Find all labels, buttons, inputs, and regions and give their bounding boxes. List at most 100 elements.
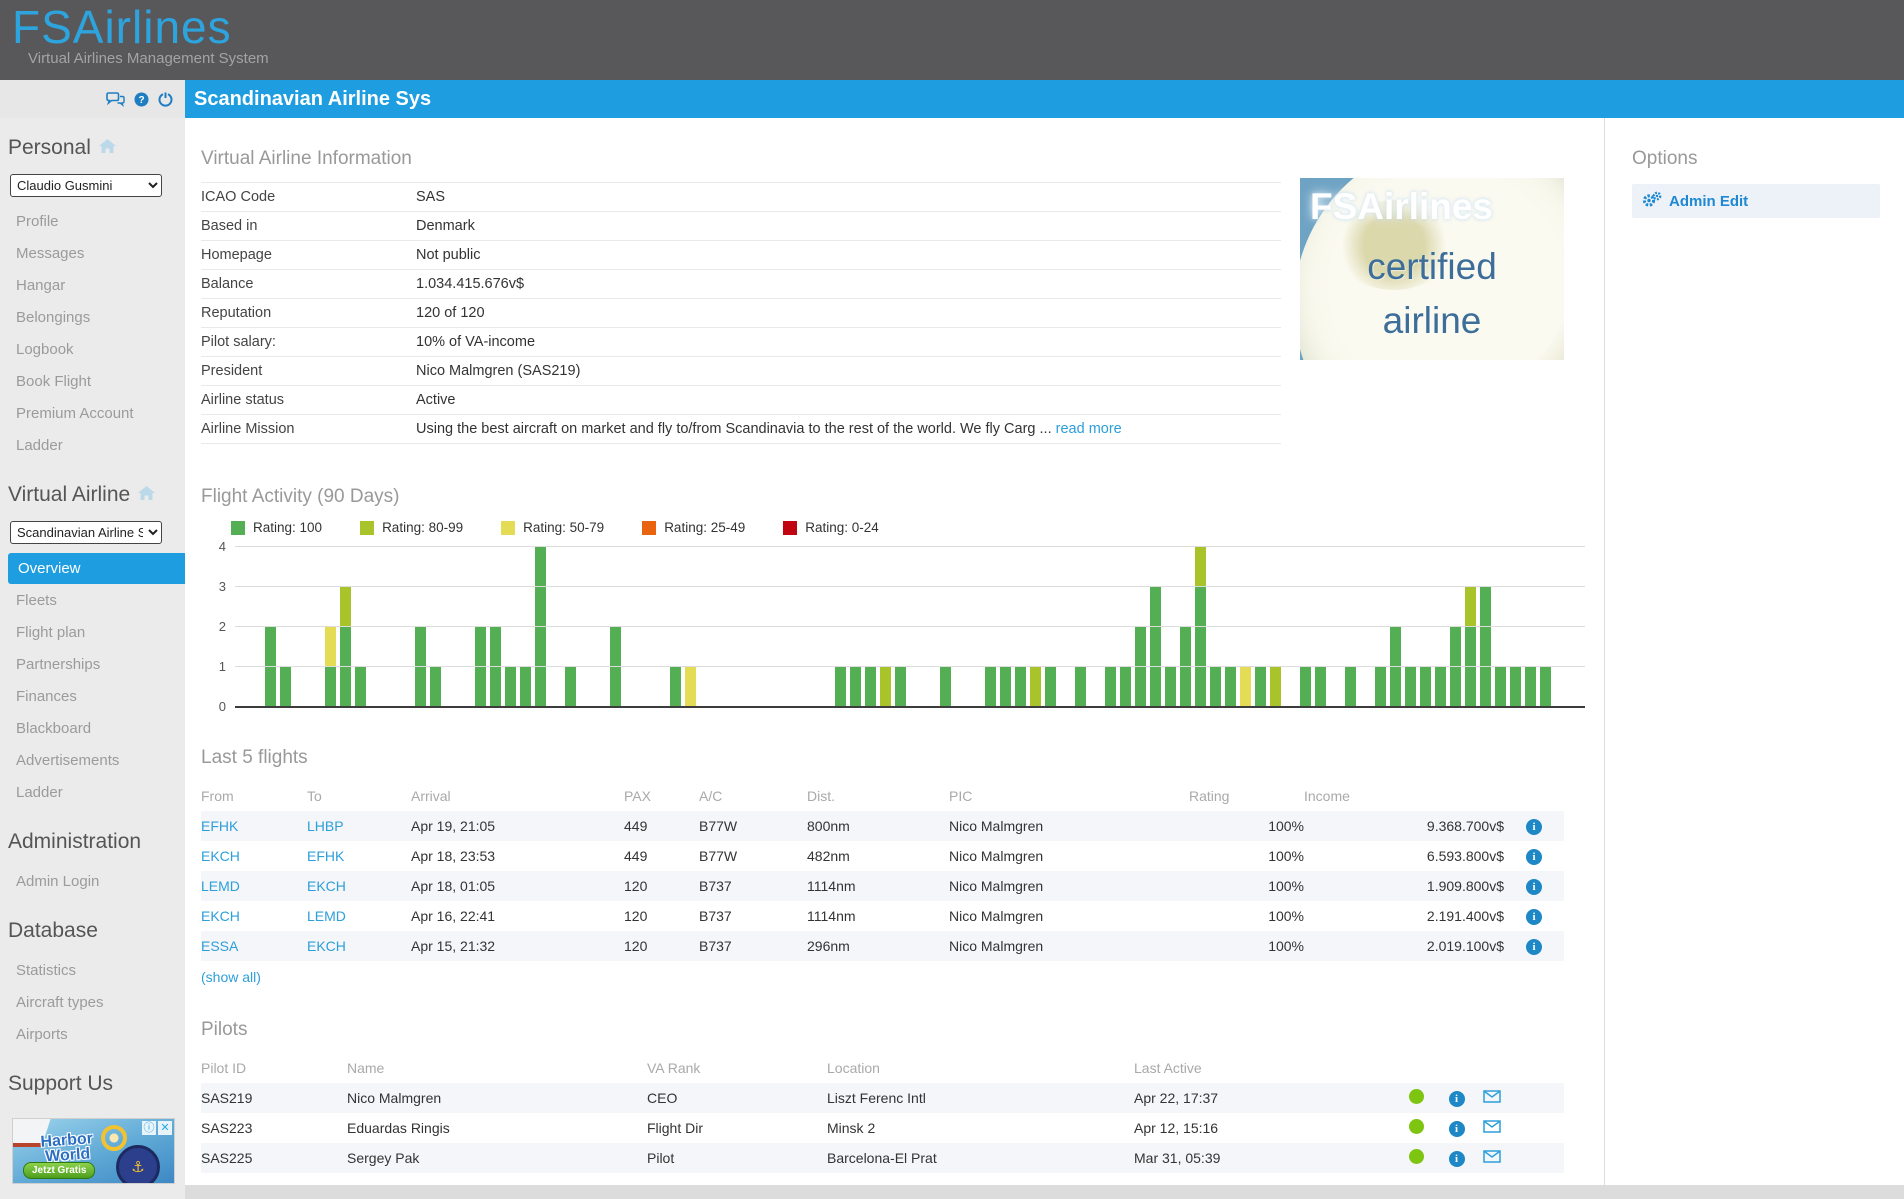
airport-link-to[interactable]: EFHK: [307, 848, 344, 864]
flight-arrival: Apr 15, 21:32: [411, 931, 624, 961]
bar-segment-r5079: [1240, 667, 1251, 707]
sidebar-item-aircraft-types[interactable]: Aircraft types: [8, 987, 185, 1018]
sidebar-item-belongings[interactable]: Belongings: [8, 302, 185, 333]
flights-col-to: To: [307, 781, 411, 811]
sidebar-item-finances[interactable]: Finances: [8, 681, 185, 712]
airport-link-from[interactable]: LEMD: [201, 878, 240, 894]
chart-bar-day-62: [1165, 667, 1180, 707]
support-ad[interactable]: HarborWorld ⚓ Jetzt Gratis ⓘ ✕: [12, 1118, 175, 1184]
info-icon[interactable]: i: [1526, 819, 1542, 835]
airport-link-from[interactable]: EKCH: [201, 848, 240, 864]
legend-label: Rating: 80-99: [382, 520, 463, 535]
sidebar-item-advertisements[interactable]: Advertisements: [8, 745, 185, 776]
bar-segment-r100: [1120, 667, 1131, 707]
pilots-section: Pilots Pilot IDNameVA RankLocationLast A…: [201, 1019, 1604, 1173]
chart-bar-day-61: [1150, 587, 1165, 707]
bar-segment-r100: [1105, 667, 1116, 707]
home-icon[interactable]: [138, 483, 155, 507]
flight-dist: 296nm: [807, 931, 949, 961]
sidebar-item-admin-login[interactable]: Admin Login: [8, 866, 185, 897]
info-icon[interactable]: i: [1526, 849, 1542, 865]
pilot-status-cell: [1394, 1143, 1439, 1173]
flight-pic: Nico Malmgren: [949, 811, 1189, 841]
chart-bar-day-65: [1210, 667, 1225, 707]
airport-link-from[interactable]: EKCH: [201, 908, 240, 924]
chart-bar-day-56: [1075, 667, 1090, 707]
flight-arrival: Apr 19, 21:05: [411, 811, 624, 841]
sidebar-item-airports[interactable]: Airports: [8, 1019, 185, 1050]
pilots-col-icons: [1394, 1053, 1439, 1083]
ad-close-icon[interactable]: ✕: [158, 1121, 172, 1135]
y-tick-label: 1: [219, 659, 226, 674]
mail-icon[interactable]: [1483, 1150, 1501, 1166]
airport-link-to[interactable]: EKCH: [307, 878, 346, 894]
bar-segment-r100: [1345, 667, 1356, 707]
sidebar-item-logbook[interactable]: Logbook: [8, 334, 185, 365]
bar-segment-r100: [1525, 667, 1536, 707]
power-icon[interactable]: [158, 92, 173, 107]
ad-title: HarborWorld: [40, 1131, 94, 1165]
pilot-last_active: Apr 12, 15:16: [1134, 1113, 1394, 1143]
mail-icon[interactable]: [1483, 1120, 1501, 1136]
sidebar-select-virtual-airline[interactable]: Scandinavian Airline S: [10, 521, 162, 544]
info-icon[interactable]: i: [1526, 939, 1542, 955]
airport-link-to[interactable]: LHBP: [307, 818, 344, 834]
sidebar-item-ladder[interactable]: Ladder: [8, 430, 185, 461]
ad-cta-button[interactable]: Jetzt Gratis: [23, 1162, 95, 1179]
help-icon[interactable]: ?: [134, 92, 149, 107]
airport-link-from[interactable]: ESSA: [201, 938, 238, 954]
airport-link-to[interactable]: LEMD: [307, 908, 346, 924]
sidebar-item-hangar[interactable]: Hangar: [8, 270, 185, 301]
chart-bar-day-86: [1525, 667, 1540, 707]
chat-icon[interactable]: [106, 92, 125, 107]
info-icon[interactable]: i: [1449, 1091, 1465, 1107]
flight-income: 2.191.400v$: [1304, 901, 1504, 931]
sidebar-item-statistics[interactable]: Statistics: [8, 955, 185, 986]
mail-icon[interactable]: [1483, 1090, 1501, 1106]
sidebar-item-ladder[interactable]: Ladder: [8, 777, 185, 808]
sidebar-item-profile[interactable]: Profile: [8, 206, 185, 237]
admin-edit-link[interactable]: Admin Edit: [1669, 193, 1748, 210]
info-icon[interactable]: i: [1449, 1151, 1465, 1167]
pilots-col-location: Location: [827, 1053, 1134, 1083]
bar-segment-r100: [1000, 667, 1011, 707]
flight-to: LEMD: [307, 901, 411, 931]
sidebar-item-premium-account[interactable]: Premium Account: [8, 398, 185, 429]
read-more-link[interactable]: read more: [1056, 421, 1122, 437]
page-title-bar: Scandinavian Airline Sys: [185, 80, 1904, 118]
show-all-link[interactable]: (show all): [201, 969, 261, 985]
flight-pic: Nico Malmgren: [949, 931, 1189, 961]
chart-bar-day-19: [520, 667, 535, 707]
chart-gridline: [235, 626, 1585, 627]
info-icon[interactable]: i: [1449, 1121, 1465, 1137]
va-info-table: ICAO CodeSASBased inDenmarkHomepageNot p…: [201, 182, 1281, 444]
admin-edit-button[interactable]: Admin Edit: [1632, 184, 1880, 218]
ad-info-icon[interactable]: ⓘ: [142, 1121, 156, 1135]
home-icon[interactable]: [99, 136, 116, 160]
chart-bar-day-22: [565, 667, 580, 707]
sidebar-item-flight-plan[interactable]: Flight plan: [8, 617, 185, 648]
flight-pax: 449: [624, 811, 699, 841]
bar-segment-r100: [505, 667, 516, 707]
info-icon[interactable]: i: [1526, 909, 1542, 925]
pilot-name: Nico Malmgren: [347, 1083, 647, 1113]
info-row-airline-status: Airline statusActive: [201, 386, 1281, 415]
sidebar-item-blackboard[interactable]: Blackboard: [8, 713, 185, 744]
flight-row: EFHKLHBPApr 19, 21:05449B77W800nmNico Ma…: [201, 811, 1564, 841]
bar-segment-r5079: [325, 627, 336, 667]
sidebar-item-messages[interactable]: Messages: [8, 238, 185, 269]
chart-bar-day-18: [505, 667, 520, 707]
sidebar-item-book-flight[interactable]: Book Flight: [8, 366, 185, 397]
bar-segment-r100: [1015, 667, 1026, 707]
info-icon[interactable]: i: [1526, 879, 1542, 895]
sidebar-item-partnerships[interactable]: Partnerships: [8, 649, 185, 680]
sidebar-item-fleets[interactable]: Fleets: [8, 585, 185, 616]
flight-income: 9.368.700v$: [1304, 811, 1504, 841]
bar-segment-r100: [865, 667, 876, 707]
sidebar-item-overview[interactable]: Overview: [8, 553, 185, 584]
bar-segment-r100: [340, 627, 351, 707]
airport-link-to[interactable]: EKCH: [307, 938, 346, 954]
airport-link-from[interactable]: EFHK: [201, 818, 238, 834]
sidebar-select-personal[interactable]: Claudio Gusmini: [10, 174, 162, 197]
chart-bar-day-53: [1030, 667, 1045, 707]
